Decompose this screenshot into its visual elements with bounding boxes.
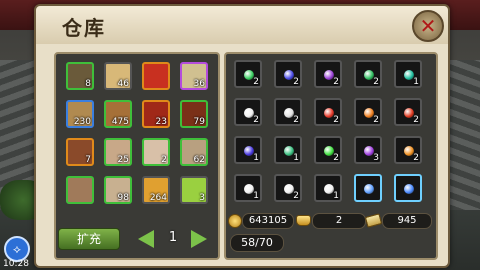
inventory-slot[interactable]: 475 [104, 100, 132, 128]
warehouse-slot[interactable]: 1 [234, 136, 262, 164]
warehouse-slot[interactable]: 2 [234, 98, 262, 126]
item-count: 98 [117, 193, 129, 203]
inventory-slot[interactable] [66, 176, 94, 204]
item-count: 1 [253, 153, 259, 163]
item-count: 1 [333, 191, 339, 201]
warehouse-slot[interactable] [394, 174, 422, 202]
item-count: 3 [199, 193, 205, 203]
ingot-amount: 2 [312, 213, 366, 229]
gem-icon [364, 184, 374, 194]
clock: 10:28 [3, 259, 29, 269]
warehouse-slot[interactable]: 2 [394, 98, 422, 126]
warehouse-window: 仓库 ✕ 8 46 36 230 475 23 79 7 25 2 62 98 264 3 2222122… [34, 4, 450, 268]
warehouse-slot[interactable]: 2 [274, 98, 302, 126]
warehouse-slot[interactable]: 2 [314, 60, 342, 88]
warehouse-slot[interactable] [354, 174, 382, 202]
item-count: 2 [253, 77, 259, 87]
gold-amount: 643105 [242, 213, 294, 229]
warehouse-slot[interactable]: 2 [394, 136, 422, 164]
item-count: 2 [373, 115, 379, 125]
ticket-amount: 945 [382, 213, 432, 229]
page-number: 1 [168, 230, 178, 245]
inventory-slot[interactable]: 8 [66, 62, 94, 90]
expand-button[interactable]: 扩充 [58, 228, 120, 250]
item-count: 36 [193, 79, 205, 89]
item-count: 3 [373, 153, 379, 163]
item-count: 230 [73, 117, 91, 127]
item-count: 2 [161, 155, 167, 165]
item-count: 2 [293, 77, 299, 87]
next-page-arrow-icon[interactable] [191, 230, 207, 248]
item-count: 2 [333, 77, 339, 87]
inventory-slot[interactable]: 264 [142, 176, 170, 204]
item-count: 23 [155, 117, 167, 127]
inventory-slot[interactable]: 79 [180, 100, 208, 128]
warehouse-slot[interactable]: 1 [394, 60, 422, 88]
warehouse-slot[interactable]: 2 [274, 60, 302, 88]
gem-icon [404, 184, 414, 194]
item-count: 2 [293, 191, 299, 201]
inventory-slot[interactable]: 3 [180, 176, 208, 204]
inventory-slot[interactable]: 25 [104, 138, 132, 166]
item-count: 2 [413, 153, 419, 163]
inventory-slot[interactable]: 62 [180, 138, 208, 166]
inventory-slot[interactable]: 98 [104, 176, 132, 204]
warehouse-slot[interactable]: 2 [234, 60, 262, 88]
inventory-slot[interactable]: 36 [180, 62, 208, 90]
warehouse-slot[interactable]: 1 [234, 174, 262, 202]
ingot-icon [296, 215, 311, 226]
close-icon: ✕ [419, 14, 437, 38]
item-count: 46 [117, 79, 129, 89]
item-count: 475 [111, 117, 129, 127]
window-title: 仓库 [62, 16, 106, 40]
inventory-slot[interactable]: 23 [142, 100, 170, 128]
inventory-slot[interactable]: 2 [142, 138, 170, 166]
item-count: 7 [85, 155, 91, 165]
capacity-counter: 58/70 [230, 234, 284, 252]
inventory-slot[interactable]: 230 [66, 100, 94, 128]
warehouse-slot[interactable]: 2 [314, 136, 342, 164]
item-count: 2 [373, 77, 379, 87]
warehouse-slot[interactable]: 1 [314, 174, 342, 202]
inventory-slot[interactable] [142, 62, 170, 90]
item-count: 2 [333, 153, 339, 163]
window-titlebar: 仓库 ✕ [36, 6, 448, 44]
warehouse-slot[interactable]: 2 [354, 98, 382, 126]
inventory-slot[interactable]: 7 [66, 138, 94, 166]
item-count: 1 [293, 153, 299, 163]
item-count: 264 [149, 193, 167, 203]
warehouse-slot[interactable]: 2 [354, 60, 382, 88]
item-count: 8 [85, 79, 91, 89]
prev-page-arrow-icon[interactable] [138, 230, 154, 248]
warehouse-slot[interactable]: 2 [274, 174, 302, 202]
item-count: 1 [413, 77, 419, 87]
item-count: 25 [117, 155, 129, 165]
item-count: 2 [293, 115, 299, 125]
item-count: 2 [253, 115, 259, 125]
inventory-slot[interactable]: 46 [104, 62, 132, 90]
warehouse-slot[interactable]: 2 [314, 98, 342, 126]
item-count: 2 [413, 115, 419, 125]
item-count: 79 [193, 117, 205, 127]
item-count: 1 [253, 191, 259, 201]
item-count: 2 [333, 115, 339, 125]
item-count: 62 [193, 155, 205, 165]
gold-coin-icon [228, 214, 242, 228]
warehouse-slot[interactable]: 1 [274, 136, 302, 164]
close-button[interactable]: ✕ [412, 10, 444, 42]
warehouse-slot[interactable]: 3 [354, 136, 382, 164]
